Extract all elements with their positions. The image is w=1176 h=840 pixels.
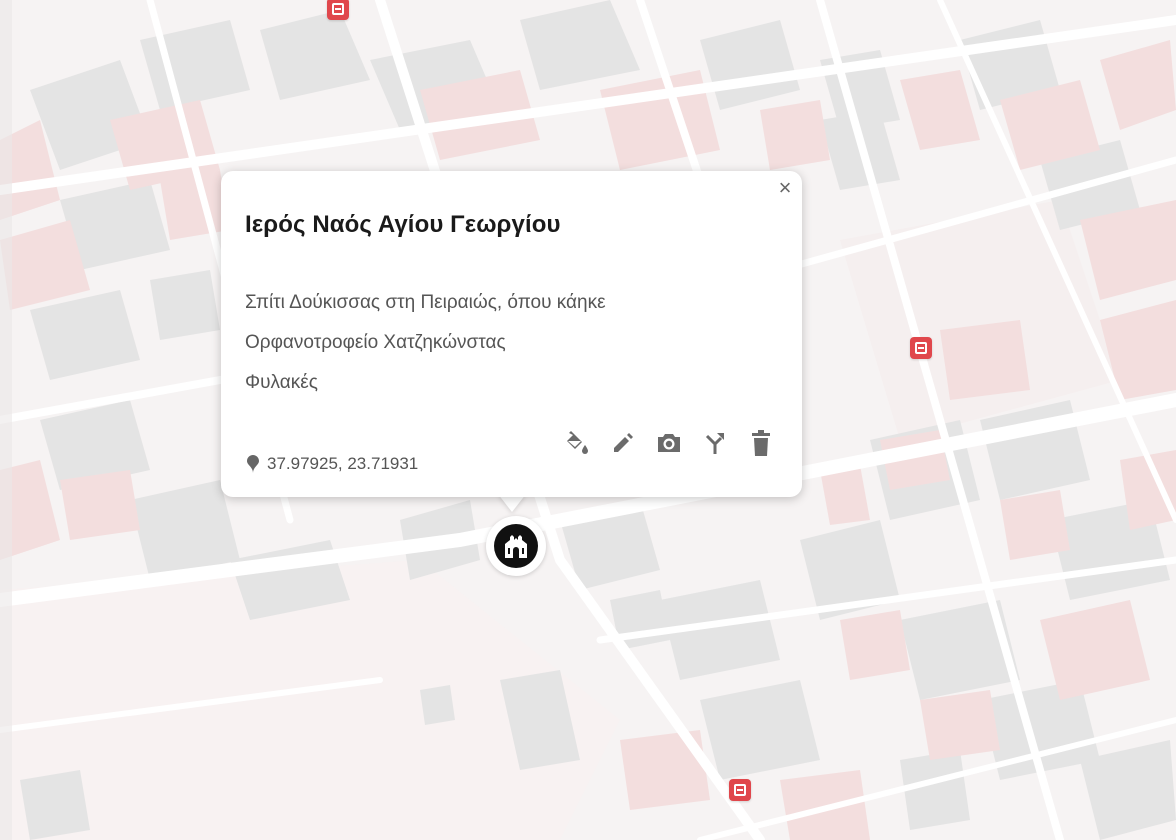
church-icon [494, 524, 538, 568]
coordinates-text: 37.97925, 23.71931 [267, 454, 419, 473]
description-line: Σπίτι Δούκισσας στη Πειραιώς, όπου κάηκε [245, 292, 606, 313]
place-info-popup: × Ιερός Ναός Αγίου Γεωργίου Σπίτι Δούκισ… [221, 171, 802, 497]
location-pin-icon [247, 455, 259, 473]
place-marker[interactable] [486, 516, 546, 576]
place-title: Ιερός Ναός Αγίου Γεωργίου [245, 211, 561, 238]
popup-actions [561, 427, 777, 459]
bus-stop-icon[interactable] [729, 779, 751, 801]
directions-icon[interactable] [699, 427, 731, 459]
trash-icon[interactable] [745, 427, 777, 459]
bus-stop-icon[interactable] [327, 0, 349, 20]
description-line: Φυλακές [245, 372, 318, 393]
bus-stop-icon[interactable] [910, 337, 932, 359]
camera-icon[interactable] [653, 427, 685, 459]
paint-bucket-icon[interactable] [561, 427, 593, 459]
close-button[interactable]: × [774, 177, 796, 199]
place-description: Σπίτι Δούκισσας στη Πειραιώς, όπου κάηκε… [245, 289, 606, 409]
coordinates: 37.97925, 23.71931 [247, 454, 418, 474]
edit-pencil-icon[interactable] [607, 427, 639, 459]
description-line: Ορφανοτροφείο Χατζηκώνστας [245, 332, 506, 353]
